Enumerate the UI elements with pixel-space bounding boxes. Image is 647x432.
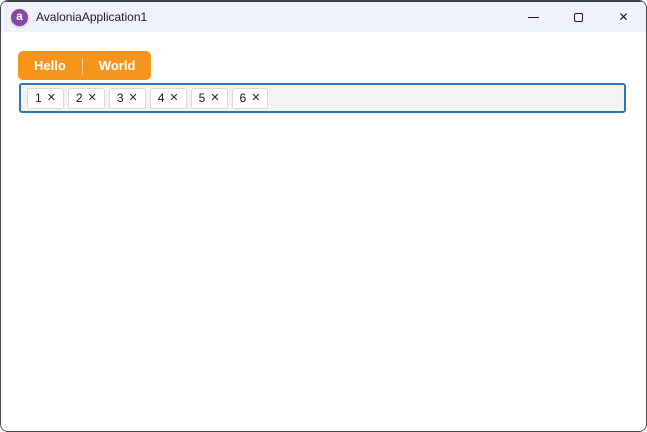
- tag-chip-label: 2: [75, 91, 83, 105]
- tag-input-box[interactable]: 1 ✕ 2 ✕ 3 ✕ 4 ✕ 5 ✕ 6 ✕: [19, 83, 626, 113]
- titlebar[interactable]: a AvaloniaApplication1 ✕: [1, 1, 646, 32]
- minimize-button[interactable]: [511, 2, 556, 32]
- maximize-button[interactable]: [556, 2, 601, 32]
- tab-hello[interactable]: Hello: [18, 51, 82, 80]
- chip-close-icon[interactable]: ✕: [47, 92, 56, 104]
- tab-world[interactable]: World: [83, 51, 152, 80]
- app-window: a AvaloniaApplication1 ✕ Hello World 1 ✕: [0, 0, 647, 432]
- chip-close-icon[interactable]: ✕: [210, 92, 219, 104]
- chip-close-icon[interactable]: ✕: [88, 92, 97, 104]
- tag-chip-1: 1 ✕: [27, 87, 64, 109]
- chip-close-icon[interactable]: ✕: [169, 92, 178, 104]
- minimize-icon: [528, 16, 539, 18]
- tag-chip-label: 4: [157, 91, 165, 105]
- window-controls: ✕: [511, 2, 646, 32]
- close-icon: ✕: [618, 10, 629, 24]
- avalonia-logo-letter: a: [16, 9, 23, 23]
- tag-chip-6: 6 ✕: [231, 87, 269, 109]
- window-content: Hello World 1 ✕ 2 ✕ 3 ✕ 4 ✕ 5 ✕ 6 ✕: [1, 32, 646, 431]
- tag-chip-label: 5: [198, 91, 206, 105]
- tag-chip-label: 3: [116, 91, 124, 105]
- window-title: AvaloniaApplication1: [36, 10, 148, 24]
- tag-chip-label: 1: [35, 91, 42, 105]
- avalonia-logo-icon: a: [11, 8, 28, 26]
- close-button[interactable]: ✕: [601, 2, 646, 32]
- tag-chip-4: 4 ✕: [149, 87, 187, 109]
- tag-chip-5: 5 ✕: [190, 87, 228, 109]
- tag-chip-2: 2 ✕: [67, 87, 105, 109]
- tab-strip: Hello World: [18, 51, 152, 80]
- chip-close-icon[interactable]: ✕: [129, 92, 138, 104]
- tag-chip-label: 6: [239, 91, 247, 105]
- tag-chip-3: 3 ✕: [108, 87, 146, 109]
- maximize-icon: [574, 12, 583, 22]
- chip-close-icon[interactable]: ✕: [251, 92, 260, 104]
